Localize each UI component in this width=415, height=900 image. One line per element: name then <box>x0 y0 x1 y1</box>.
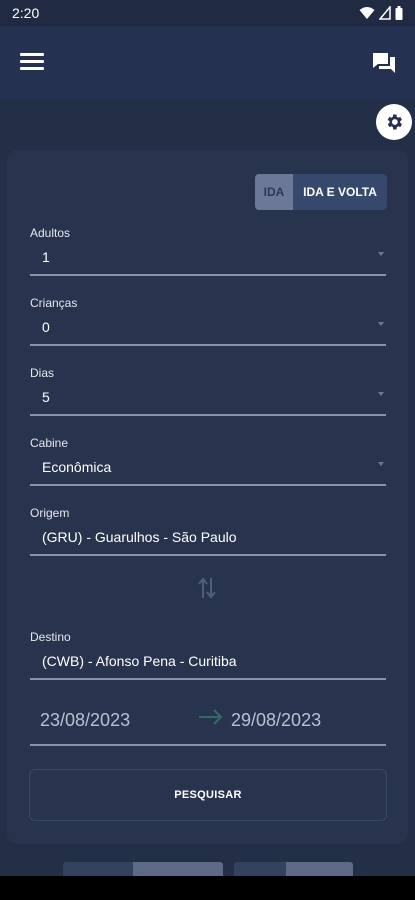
screen: 2:20 IDA IDA E VOLTA Adultos 1 Crianças … <box>0 0 415 900</box>
origin-value[interactable]: (GRU) - Guarulhos - São Paulo <box>30 528 386 552</box>
adults-value[interactable]: 1 <box>30 248 386 272</box>
cabin-value[interactable]: Econômica <box>30 458 386 482</box>
chat-bubbles-icon[interactable] <box>371 51 397 75</box>
swap-airports-icon[interactable] <box>196 575 218 601</box>
chevron-down-icon <box>378 252 384 256</box>
adults-select[interactable]: Adultos 1 <box>30 226 386 276</box>
chevron-down-icon <box>378 462 384 466</box>
origin-field[interactable]: Origem (GRU) - Guarulhos - São Paulo <box>30 506 386 556</box>
adults-label: Adultos <box>30 226 71 240</box>
gear-icon <box>387 114 402 130</box>
trip-type-round-trip[interactable]: IDA E VOLTA <box>293 174 387 210</box>
destination-underline <box>30 678 386 680</box>
cabin-select[interactable]: Cabine Econômica <box>30 436 386 486</box>
cabin-underline <box>30 484 386 486</box>
wifi-icon <box>359 7 375 19</box>
system-navigation-bar <box>0 876 415 900</box>
arrow-right-icon <box>199 709 223 725</box>
status-icons <box>359 6 403 20</box>
children-label: Crianças <box>30 296 78 310</box>
days-underline <box>30 414 386 416</box>
destination-field[interactable]: Destino (CWB) - Afonso Pena - Curitiba <box>30 630 386 680</box>
hamburger-menu-icon[interactable] <box>20 53 46 73</box>
days-label: Dias <box>30 366 55 380</box>
days-value[interactable]: 5 <box>30 388 386 412</box>
adults-underline <box>30 274 386 276</box>
status-bar: 2:20 <box>0 0 415 26</box>
chevron-down-icon <box>378 322 384 326</box>
start-date[interactable]: 23/08/2023 <box>40 710 130 731</box>
search-form-card: IDA IDA E VOLTA Adultos 1 Crianças 0 Dia… <box>7 150 408 844</box>
signal-icon <box>379 6 391 20</box>
destination-label: Destino <box>30 630 71 644</box>
search-button[interactable]: PESQUISAR <box>29 769 387 821</box>
children-select[interactable]: Crianças 0 <box>30 296 386 346</box>
destination-value[interactable]: (CWB) - Afonso Pena - Curitiba <box>30 652 386 676</box>
children-value[interactable]: 0 <box>30 318 386 342</box>
origin-underline <box>30 554 386 556</box>
origin-label: Origem <box>30 506 70 520</box>
date-underline <box>30 744 386 746</box>
date-range-picker[interactable]: 23/08/2023 29/08/2023 <box>30 696 386 746</box>
days-select[interactable]: Dias 5 <box>30 366 386 416</box>
status-time: 2:20 <box>12 5 40 21</box>
cabin-label: Cabine <box>30 436 69 450</box>
settings-button[interactable] <box>376 104 412 140</box>
trip-type-toggle: IDA IDA E VOLTA <box>255 174 387 210</box>
children-underline <box>30 344 386 346</box>
chevron-down-icon <box>378 392 384 396</box>
trip-type-one-way[interactable]: IDA <box>255 174 293 210</box>
app-bar <box>0 26 415 100</box>
battery-icon <box>395 6 403 20</box>
end-date[interactable]: 29/08/2023 <box>231 710 321 731</box>
